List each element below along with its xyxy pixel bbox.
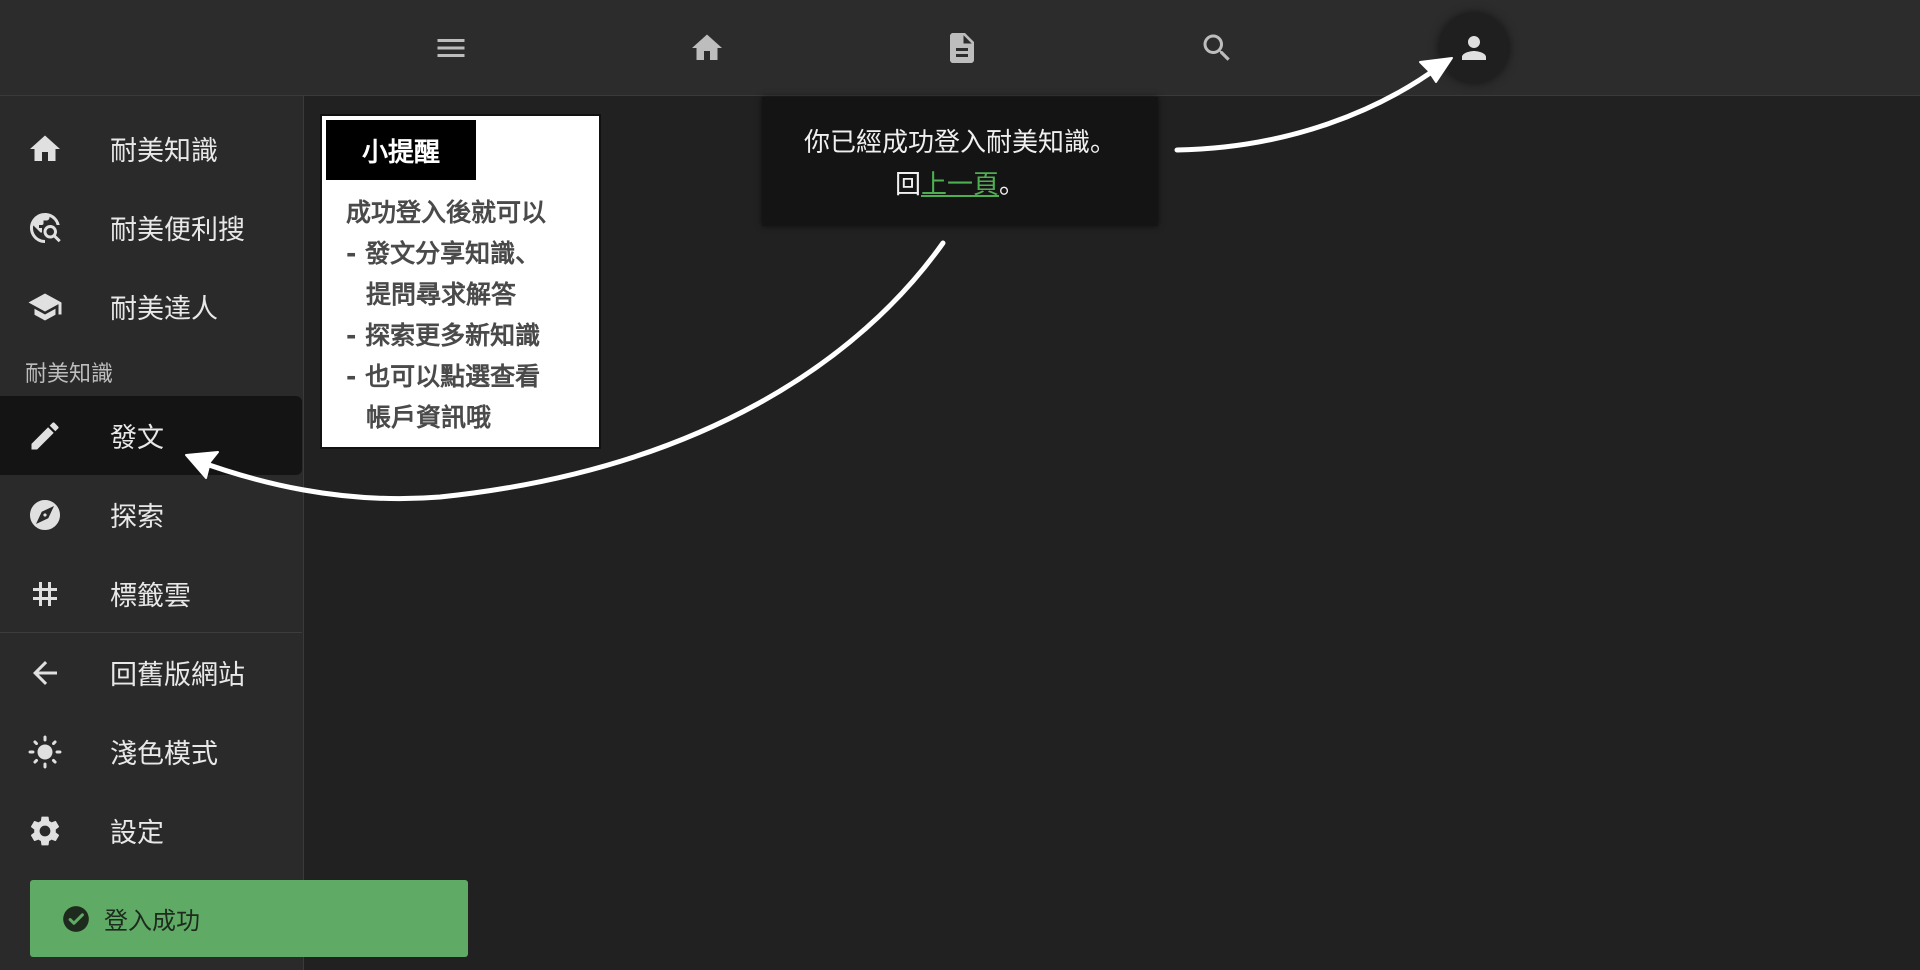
sidebar-item-label: 探索 xyxy=(110,502,164,533)
dialog-back-line: 回上一頁。 xyxy=(762,164,1158,206)
sidebar-item-home[interactable]: 耐美知識 xyxy=(0,109,302,188)
menu-icon[interactable] xyxy=(425,22,477,74)
tip-line: - 發文分享知識、 xyxy=(346,239,541,268)
tip-title: 小提醒 xyxy=(326,120,476,180)
sidebar-item-label: 標籤雲 xyxy=(110,581,191,612)
sidebar-item-label: 耐美便利搜 xyxy=(110,215,245,246)
sidebar-item-explore[interactable]: 探索 xyxy=(0,475,302,554)
tip-line: - 也可以點選查看 xyxy=(346,362,541,391)
tip-line: 提問尋求解答 xyxy=(366,280,517,309)
pencil-icon xyxy=(27,418,63,454)
sidebar-section-title: 耐美知識 xyxy=(25,362,114,387)
sidebar-item-tag-cloud[interactable]: 標籤雲 xyxy=(0,554,302,633)
sidebar-item-label: 回舊版網站 xyxy=(110,660,245,691)
login-success-dialog: 你已經成功登入耐美知識。 回上一頁。 xyxy=(762,97,1158,226)
top-app-bar xyxy=(0,0,1920,96)
login-success-toast: 登入成功 xyxy=(30,880,468,957)
account-icon[interactable] xyxy=(1439,13,1509,83)
tip-line: - 探索更多新知識 xyxy=(346,321,541,350)
compass-icon xyxy=(27,497,63,533)
sun-icon xyxy=(27,734,63,770)
sidebar-item-label: 設定 xyxy=(110,818,164,849)
sidebar-item-search-service[interactable]: 耐美便利搜 xyxy=(0,188,302,267)
search-icon[interactable] xyxy=(1191,22,1243,74)
sidebar-item-label: 耐美知識 xyxy=(110,136,218,167)
dialog-message: 你已經成功登入耐美知識。 xyxy=(803,128,1116,158)
toast-message: 登入成功 xyxy=(104,907,200,935)
document-icon[interactable] xyxy=(936,22,988,74)
hashtag-icon xyxy=(27,576,63,612)
sidebar-item-legacy-site[interactable]: 回舊版網站 xyxy=(0,633,302,712)
sidebar-item-light-mode[interactable]: 淺色模式 xyxy=(0,712,302,791)
sidebar: 耐美知識 耐美便利搜 耐美達人 耐美知識 發文 探索 標籤雲 回舊版網站 淺色模… xyxy=(0,96,304,970)
arrow-left-icon xyxy=(27,655,63,691)
tip-body: 成功登入後就可以 - 發文分享知識、 提問尋求解答 - 探索更多新知識 - 也可… xyxy=(346,192,596,438)
sidebar-item-label: 耐美達人 xyxy=(110,294,218,325)
home-icon[interactable] xyxy=(681,22,733,74)
check-circle-icon xyxy=(62,905,90,933)
sidebar-item-settings[interactable]: 設定 xyxy=(0,791,302,870)
sidebar-item-label: 發文 xyxy=(110,423,164,454)
tip-line: 帳戶資訊哦 xyxy=(366,403,492,432)
tip-card: 小提醒 成功登入後就可以 - 發文分享知識、 提問尋求解答 - 探索更多新知識 … xyxy=(320,114,601,449)
sidebar-item-label: 淺色模式 xyxy=(110,739,218,770)
tip-line: 成功登入後就可以 xyxy=(346,198,547,227)
sidebar-item-post[interactable]: 發文 xyxy=(0,396,302,475)
sidebar-item-experts[interactable]: 耐美達人 xyxy=(0,267,302,346)
previous-page-link[interactable]: 上一頁 xyxy=(921,170,999,200)
dialog-back-prefix: 回 xyxy=(894,170,921,200)
dialog-back-suffix: 。 xyxy=(999,170,1026,200)
app-root: 耐美知識 耐美便利搜 耐美達人 耐美知識 發文 探索 標籤雲 回舊版網站 淺色模… xyxy=(0,0,1920,970)
home-icon xyxy=(27,131,63,167)
school-icon xyxy=(27,289,63,325)
gear-icon xyxy=(27,813,63,849)
travel-explore-icon xyxy=(27,210,63,246)
